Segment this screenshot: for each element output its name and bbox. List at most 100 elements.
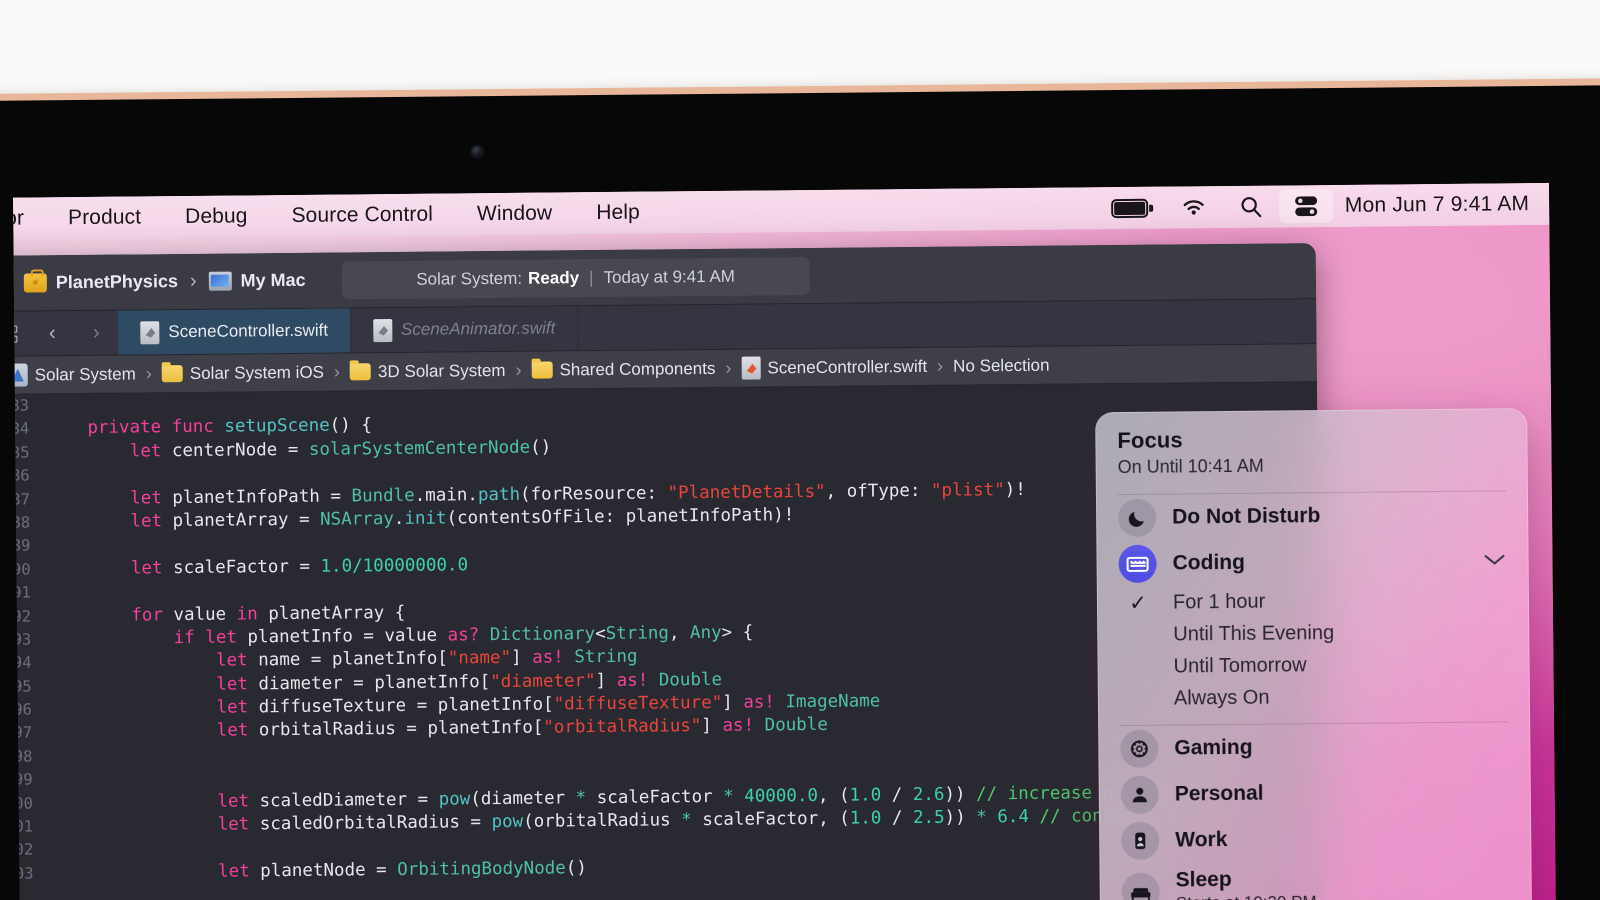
duration-label: Always On — [1173, 686, 1270, 710]
wifi-icon[interactable] — [1164, 186, 1223, 229]
focus-title: Focus — [1117, 427, 1183, 454]
focus-mode-label: Gaming — [1174, 735, 1253, 760]
focus-duration-until-this-evening[interactable]: Until This Evening — [1097, 615, 1529, 651]
bed-glyph — [1131, 888, 1151, 900]
line-number: 84 — [13, 419, 30, 439]
line-number: 87 — [13, 490, 31, 509]
folder-icon — [349, 363, 372, 381]
line-number: 83 — [13, 396, 30, 415]
menu-bar-status-items: Mon Jun 7 9:41 AM — [1095, 183, 1550, 229]
breadcrumb-item-selection[interactable]: No Selection — [950, 355, 1053, 376]
grid-icon — [13, 325, 17, 343]
control-center-icon[interactable] — [1278, 188, 1333, 224]
duration-label: Until This Evening — [1173, 621, 1335, 646]
breadcrumb-item-file[interactable]: SceneController.swift — [738, 355, 930, 380]
breadcrumb-chevron-icon: › — [937, 355, 944, 376]
line-number: 94 — [13, 653, 32, 672]
focus-mode-label: Sleep — [1175, 867, 1232, 892]
menu-item-editor[interactable]: tor — [13, 206, 46, 231]
menu-item-window[interactable]: Window — [455, 201, 575, 226]
line-number: 91 — [13, 583, 31, 602]
focus-mode-do-not-disturb[interactable]: Do Not Disturb — [1096, 491, 1528, 541]
wifi-glyph — [1183, 200, 1204, 215]
build-status-bar[interactable]: Solar System: Ready | Today at 9:41 AM — [341, 256, 810, 300]
chevron-down-icon[interactable] — [1482, 549, 1506, 572]
tab-label: SceneController.swift — [168, 320, 329, 342]
focus-mode-sublabel: Starts at 10:30 PM — [1176, 892, 1317, 900]
focus-mode-label: Do Not Disturb — [1172, 504, 1321, 529]
menu-bar-items: tor Product Debug Source Control Window … — [13, 200, 662, 231]
line-number: 95 — [13, 677, 32, 696]
status-separator: | — [589, 267, 594, 287]
focus-duration-for-1-hour[interactable]: ✓ For 1 hour — [1097, 583, 1529, 619]
swift-file-icon — [741, 356, 761, 380]
breadcrumb-item-project[interactable]: Solar System — [13, 362, 139, 387]
tab-label: SceneAnimator.swift — [400, 318, 556, 339]
focus-mode-label: Personal — [1174, 781, 1264, 806]
moon-glyph — [1128, 511, 1144, 527]
focus-mode-label: Coding — [1172, 550, 1246, 575]
scene-root: tor Product Debug Source Control Window … — [0, 0, 1600, 900]
line-number: 98 — [13, 747, 33, 766]
breadcrumb-label: Solar System — [34, 363, 136, 384]
focus-mode-coding[interactable]: Coding — [1096, 537, 1528, 587]
breadcrumb-item-shared-components[interactable]: Shared Components — [528, 358, 718, 380]
tab-overview-button[interactable] — [13, 311, 31, 355]
duration-label: Until Tomorrow — [1173, 653, 1307, 678]
breadcrumb-item-3d-solar-system[interactable]: 3D Solar System — [347, 360, 509, 382]
breadcrumb-chevron-icon: › — [333, 361, 341, 382]
focus-mode-gaming[interactable]: Gaming — [1098, 722, 1530, 772]
person-glyph — [1132, 787, 1147, 803]
line-number: 96 — [13, 700, 33, 719]
menu-item-source-control[interactable]: Source Control — [269, 202, 455, 228]
line-number: 90 — [13, 560, 31, 579]
scheme-icon — [23, 273, 47, 293]
menu-bar-clock[interactable]: Mon Jun 7 9:41 AM — [1333, 192, 1550, 218]
line-number: 92 — [13, 607, 32, 626]
scheme-selector[interactable]: PlanetPhysics › My Mac — [23, 269, 306, 295]
breadcrumb-chevron-icon: › — [725, 357, 732, 378]
breadcrumb-item-solar-system-ios[interactable]: Solar System iOS — [159, 362, 327, 384]
person-icon — [1120, 775, 1160, 815]
focus-mode-personal[interactable]: Personal — [1099, 768, 1531, 818]
moon-icon — [1117, 498, 1157, 538]
badge-icon — [1121, 821, 1160, 861]
breadcrumb-chevron-icon: › — [145, 363, 152, 384]
menu-item-help[interactable]: Help — [574, 200, 662, 225]
laptop-device: tor Product Debug Source Control Window … — [0, 77, 1600, 900]
destination-icon — [208, 271, 232, 291]
focus-mode-sleep[interactable]: Sleep Starts at 10:30 PM — [1099, 860, 1532, 900]
focus-header: Focus On Until 10:41 AM — [1095, 408, 1528, 486]
breadcrumb-label: 3D Solar System — [377, 360, 506, 381]
breadcrumb-label: SceneController.swift — [767, 356, 928, 377]
focus-duration-always-on[interactable]: Always On — [1098, 679, 1530, 715]
gear-icon — [1120, 729, 1159, 769]
screen-content: tor Product Debug Source Control Window … — [13, 182, 1556, 900]
chevron-down-glyph — [1484, 554, 1505, 564]
menu-item-debug[interactable]: Debug — [163, 204, 270, 229]
line-number: 101 — [13, 817, 34, 836]
editor-tab-sceneanimator[interactable]: SceneAnimator.swift — [350, 306, 579, 353]
search-icon[interactable] — [1223, 186, 1279, 229]
line-number: 93 — [13, 630, 32, 649]
navigate-forward-button[interactable]: › — [74, 311, 118, 355]
breadcrumb-label: No Selection — [953, 355, 1050, 376]
focus-mode-work[interactable]: Work — [1099, 814, 1531, 864]
check-icon: ✓ — [1129, 591, 1147, 615]
breadcrumb-chevron-icon: › — [515, 359, 522, 380]
navigate-back-button[interactable]: ‹ — [30, 311, 74, 355]
scheme-chevron-icon: › — [189, 269, 197, 292]
keyboard-glyph — [1126, 556, 1149, 572]
focus-mode-label: Work — [1175, 828, 1228, 852]
battery-icon[interactable] — [1095, 187, 1164, 230]
status-state: Ready — [527, 267, 580, 288]
focus-duration-until-tomorrow[interactable]: Until Tomorrow — [1097, 647, 1529, 683]
menu-item-product[interactable]: Product — [46, 205, 163, 230]
scheme-name: PlanetPhysics — [55, 271, 179, 293]
line-number: 86 — [13, 466, 30, 485]
webcam-icon — [471, 146, 483, 158]
editor-tab-scenecontroller[interactable]: SceneController.swift — [118, 308, 352, 355]
sleep-text-block: Sleep Starts at 10:30 PM — [1176, 868, 1317, 900]
project-icon — [13, 363, 28, 387]
breadcrumb-label: Solar System iOS — [189, 362, 325, 383]
